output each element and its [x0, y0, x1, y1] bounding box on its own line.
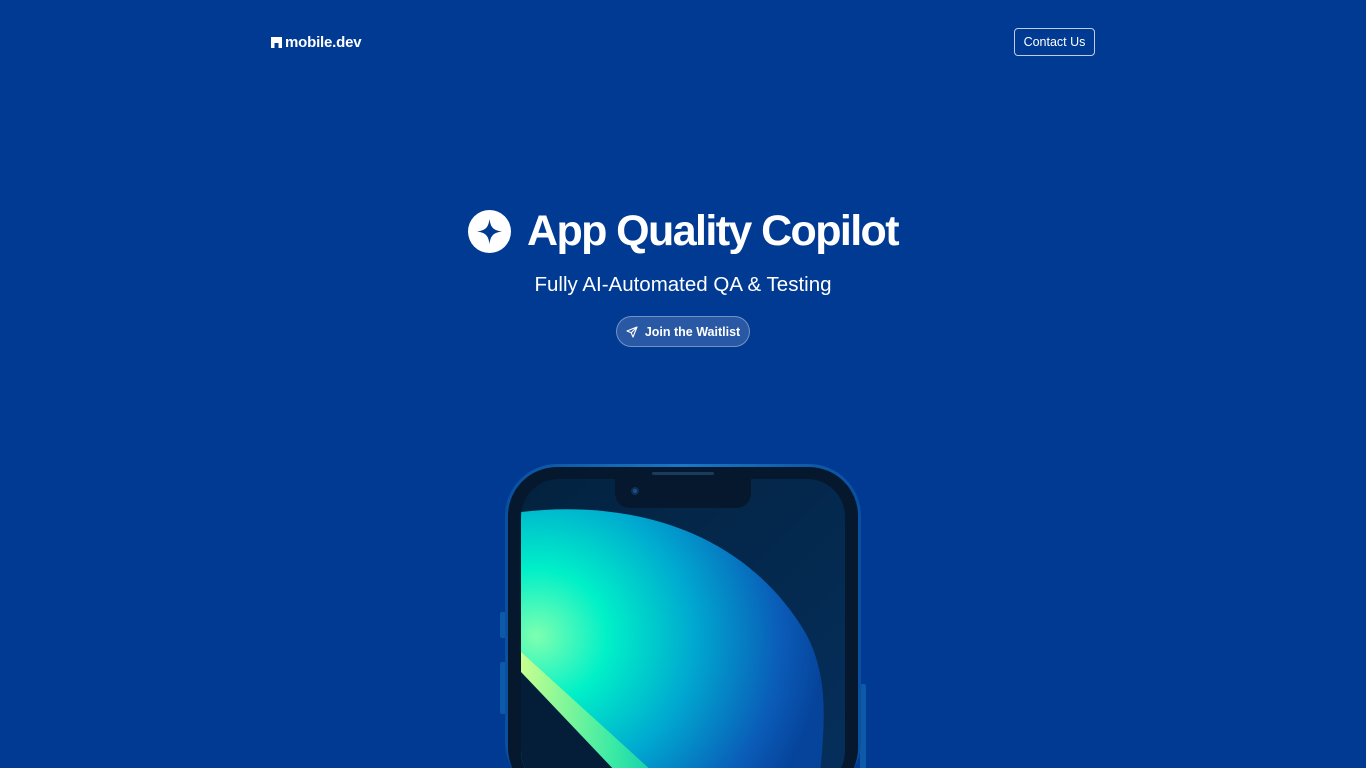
- sparkle-icon: [468, 209, 512, 253]
- hero-heading: App Quality Copilot: [0, 204, 1366, 258]
- join-waitlist-label: Join the Waitlist: [644, 324, 741, 339]
- logo-link[interactable]: mobile.dev: [271, 34, 362, 51]
- mobile-dev-logo-icon: [271, 37, 282, 48]
- send-icon: [626, 325, 638, 338]
- contact-us-button[interactable]: Contact Us: [1014, 28, 1095, 56]
- phone-illustration: [500, 464, 866, 768]
- landing-page: mobile.dev Contact Us App Quality Copilo…: [0, 0, 1366, 768]
- page-subtitle: Fully AI-Automated QA & Testing: [534, 273, 832, 296]
- join-waitlist-button[interactable]: Join the Waitlist: [616, 316, 750, 347]
- logo-text: mobile.dev: [285, 34, 362, 51]
- page-title: App Quality Copilot: [527, 207, 900, 255]
